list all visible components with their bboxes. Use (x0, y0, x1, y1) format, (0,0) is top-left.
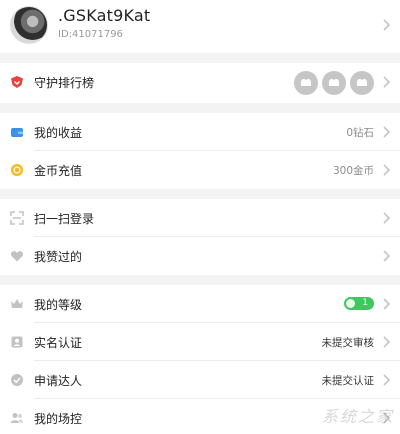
menu-item-apply-talent[interactable]: 申请达人 未提交认证 (0, 361, 400, 399)
menu-item-my-earnings[interactable]: 我的收益 0钻石 (0, 113, 400, 151)
menu-item-guard-ranking[interactable]: 守护排行榜 (0, 63, 400, 103)
avatar[interactable] (10, 6, 48, 44)
menu-item-label: 我的场控 (34, 412, 83, 426)
heart-icon (10, 251, 24, 262)
guard-slot-icon (322, 71, 346, 95)
menu-item-label: 扫一扫登录 (34, 212, 95, 226)
menu-item-label: 金币充值 (34, 164, 83, 178)
chevron-right-icon (383, 164, 391, 176)
diamond-balance: 0钻石 (346, 127, 374, 139)
menu-item-coin-recharge[interactable]: 金币充值 300金币 (0, 151, 400, 189)
guard-ranking-icon (11, 76, 23, 88)
talent-status: 未提交认证 (321, 375, 375, 387)
menu-item-my-level[interactable]: 我的等级 1 (0, 285, 400, 323)
wallet-icon (11, 128, 23, 137)
chevron-right-icon (383, 19, 391, 31)
scan-icon (10, 211, 24, 225)
chevron-right-icon (383, 336, 391, 348)
level-number: 1 (362, 298, 368, 308)
coin-balance: 300金币 (332, 165, 374, 177)
guard-slot-icon (294, 71, 318, 95)
menu-item-scan-login[interactable]: 扫一扫登录 (0, 199, 400, 237)
username: .GSKat9Kat (58, 6, 151, 25)
id-card-icon (11, 336, 23, 348)
verification-status: 未提交审核 (321, 337, 375, 349)
menu-item-label: 我赞过的 (34, 250, 83, 264)
chevron-right-icon (383, 126, 391, 138)
chevron-right-icon (383, 76, 391, 88)
profile-header[interactable]: .GSKat9Kat ID:41071796 (0, 0, 400, 53)
chevron-right-icon (383, 250, 391, 262)
crown-icon (11, 299, 23, 308)
menu-item-label: 实名认证 (34, 336, 83, 350)
watermark: 系统之家 (321, 407, 394, 426)
section-divider (0, 103, 400, 113)
section-divider (0, 275, 400, 285)
menu-item-liked[interactable]: 我赞过的 (0, 237, 400, 275)
guard-slot-icon (350, 71, 374, 95)
menu-item-label: 我的收益 (34, 126, 83, 140)
user-id: ID:41071796 (58, 29, 123, 40)
chevron-right-icon (383, 212, 391, 224)
chevron-right-icon (383, 374, 391, 386)
level-badge: 1 (344, 297, 374, 310)
user-group-icon (10, 413, 24, 423)
verified-badge-icon (11, 374, 23, 386)
guard-avatars (294, 71, 374, 95)
section-divider (0, 53, 400, 63)
menu-item-label: 我的等级 (34, 298, 83, 312)
menu-item-label: 申请达人 (34, 374, 83, 388)
section-divider (0, 189, 400, 199)
coin-icon (11, 164, 23, 176)
menu-item-label: 守护排行榜 (34, 76, 95, 90)
menu-item-real-name-verification[interactable]: 实名认证 未提交审核 (0, 323, 400, 361)
chevron-right-icon (383, 298, 391, 310)
